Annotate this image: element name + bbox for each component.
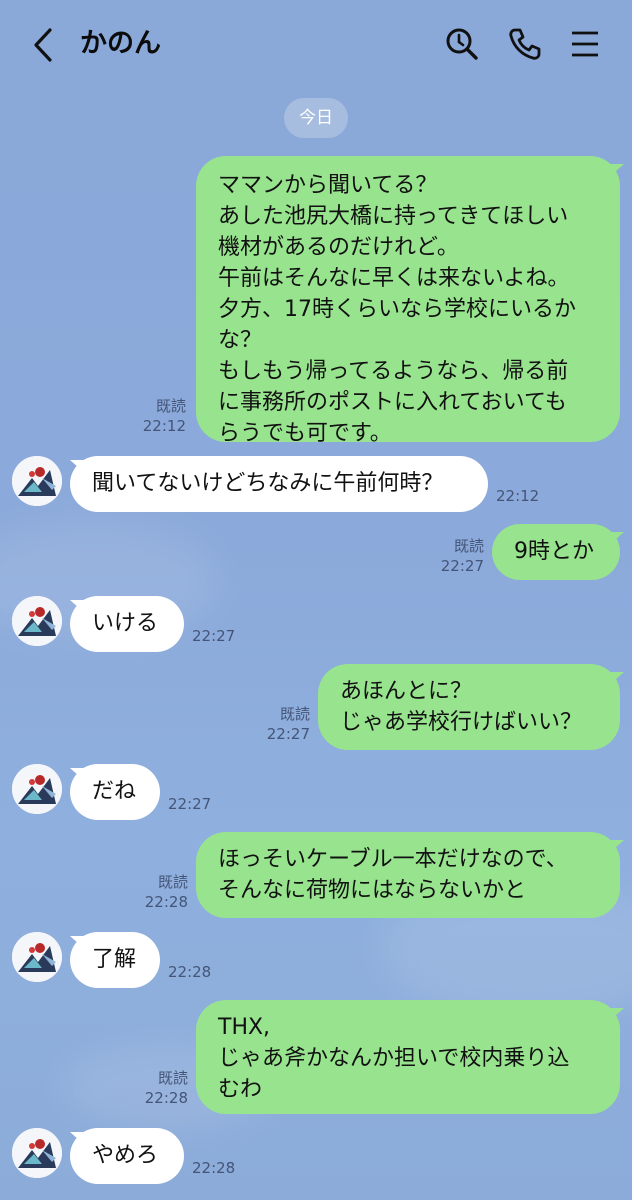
message-bubble[interactable]: 聞いてないけどちなみに午前何時？ xyxy=(70,456,488,512)
message-bubble[interactable]: だね xyxy=(70,764,160,820)
message-time: 22:12 xyxy=(142,417,186,435)
message-time: 22:27 xyxy=(440,557,484,575)
date-separator: 今日 xyxy=(284,98,348,138)
avatar-image xyxy=(12,1128,62,1178)
message-time: 22:28 xyxy=(192,1159,236,1177)
message-time: 22:28 xyxy=(144,893,188,911)
avatar[interactable] xyxy=(12,764,62,814)
message-bubble[interactable]: ママンから聞いてる？ あした池尻大橋に持ってきてほしい 機材があるのだけれど。 … xyxy=(196,156,620,446)
message-bubble[interactable]: 了解 xyxy=(70,932,160,988)
chat-title: かのん xyxy=(80,28,161,59)
chevron-left-icon[interactable] xyxy=(28,26,60,64)
avatar[interactable] xyxy=(12,932,62,982)
message-bubble[interactable]: 9時とか xyxy=(492,524,620,580)
avatar[interactable] xyxy=(12,1128,62,1178)
message-time: 22:27 xyxy=(168,795,212,813)
message-time: 22:28 xyxy=(168,963,212,981)
message-time: 22:28 xyxy=(144,1089,188,1107)
avatar-image xyxy=(12,456,62,506)
message-bubble[interactable]: THX, じゃあ斧かなんか担いで校内乗り込 むわ xyxy=(196,1000,620,1114)
avatar[interactable] xyxy=(12,456,62,506)
message-bubble[interactable]: やめろ xyxy=(70,1128,184,1184)
read-receipt: 既読 xyxy=(155,397,186,415)
message-bubble[interactable]: あほんとに？ じゃあ学校行けばいい？ xyxy=(318,664,620,750)
avatar[interactable] xyxy=(12,596,62,646)
message-time: 22:27 xyxy=(266,725,310,743)
phone-icon[interactable] xyxy=(506,26,542,62)
message-time: 22:12 xyxy=(496,487,540,505)
read-receipt: 既読 xyxy=(157,873,188,891)
message-time: 22:27 xyxy=(192,627,236,645)
chat-header: かのん xyxy=(0,0,632,90)
read-receipt: 既読 xyxy=(279,705,310,723)
message-bubble[interactable]: ほっそいケーブル一本だけなので、 そんなに荷物にはならないかと xyxy=(196,832,620,918)
avatar-image xyxy=(12,932,62,982)
avatar-image xyxy=(12,764,62,814)
message-bubble[interactable]: いける xyxy=(70,596,184,652)
search-icon[interactable] xyxy=(444,26,480,62)
read-receipt: 既読 xyxy=(453,537,484,555)
menu-icon[interactable] xyxy=(566,26,602,62)
avatar-image xyxy=(12,596,62,646)
read-receipt: 既読 xyxy=(157,1069,188,1087)
